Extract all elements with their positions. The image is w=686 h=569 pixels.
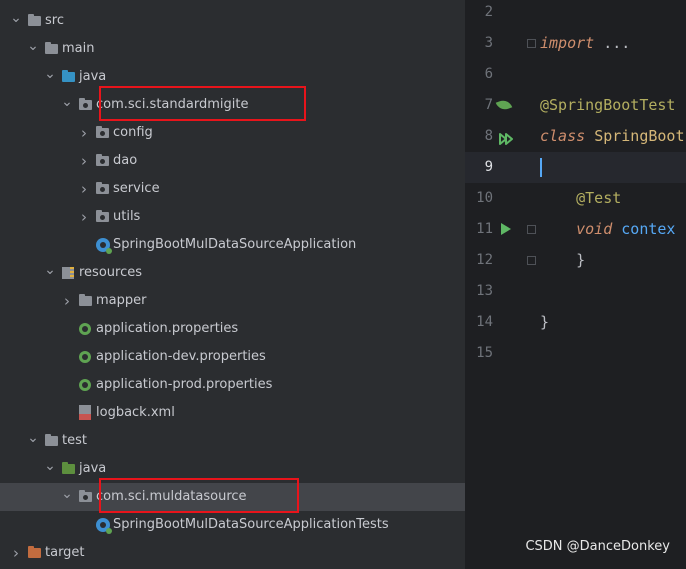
folder-icon xyxy=(28,14,41,26)
text-caret xyxy=(540,158,542,177)
resources-folder-icon xyxy=(62,267,74,279)
run-all-icon[interactable] xyxy=(499,130,513,145)
tree-item-label: logback.xml xyxy=(96,405,175,420)
tree-item-resources[interactable]: ⌄ resources xyxy=(0,259,465,287)
tree-item-service[interactable]: › service xyxy=(0,175,465,203)
tree-item-label: application-dev.properties xyxy=(96,349,266,364)
current-line-highlight xyxy=(465,152,686,183)
folder-icon xyxy=(62,462,75,474)
folder-icon xyxy=(28,546,41,558)
spring-properties-icon xyxy=(79,323,91,335)
line-number: 13 xyxy=(476,283,493,299)
tree-item-test[interactable]: ⌄ test xyxy=(0,427,465,455)
folder-icon xyxy=(45,42,58,54)
package-icon xyxy=(79,98,92,110)
chevron-down-icon[interactable]: ⌄ xyxy=(27,427,39,455)
chevron-right-icon[interactable]: › xyxy=(10,539,22,567)
line-number: 9 xyxy=(484,159,493,175)
folder-icon xyxy=(79,294,92,306)
fold-icon[interactable] xyxy=(527,39,536,48)
tree-item-mapper[interactable]: › mapper xyxy=(0,287,465,315)
fold-icon[interactable] xyxy=(527,256,536,265)
chevron-down-icon[interactable]: ⌄ xyxy=(27,35,39,63)
watermark: CSDN @DanceDonkey xyxy=(525,539,670,554)
package-icon xyxy=(96,154,109,166)
chevron-down-icon[interactable]: ⌄ xyxy=(44,259,56,287)
tree-item-springbootmuldatasourceapplicationtests[interactable]: SpringBootMulDataSourceApplicationTests xyxy=(0,511,465,539)
tree-item-application-prod-properties[interactable]: application-prod.properties xyxy=(0,371,465,399)
package-icon xyxy=(96,126,109,138)
line-number: 6 xyxy=(484,66,493,82)
tree-item-src[interactable]: ⌄ src xyxy=(0,7,465,35)
line-number: 12 xyxy=(476,252,493,268)
line-number: 7 xyxy=(484,97,493,113)
tree-item-springbootmuldatasourceapplication[interactable]: SpringBootMulDataSourceApplication xyxy=(0,231,465,259)
chevron-right-icon[interactable]: › xyxy=(78,175,90,203)
code-line[interactable]: } xyxy=(540,307,549,338)
package-icon xyxy=(96,182,109,194)
tree-item-label: utils xyxy=(113,209,141,224)
code-line[interactable]: } xyxy=(540,245,585,276)
chevron-right-icon[interactable]: › xyxy=(61,287,73,315)
line-number: 2 xyxy=(484,4,493,20)
tree-item-label: SpringBootMulDataSourceApplicationTests xyxy=(113,517,389,532)
line-number: 15 xyxy=(476,345,493,361)
project-tree-panel: ⌄ src ⌄ main ⌄ java ⌄ com.sci.standardmigite › co… xyxy=(0,0,465,569)
highlight-box xyxy=(99,86,307,121)
tree-item-label: mapper xyxy=(96,293,147,308)
tree-item-application-properties[interactable]: application.properties xyxy=(0,315,465,343)
tree-item-label: resources xyxy=(79,265,143,280)
tree-item-label: application-prod.properties xyxy=(96,377,273,392)
tree-item-utils[interactable]: › utils xyxy=(0,203,465,231)
tree-item-label: dao xyxy=(113,153,138,168)
tree-item-config[interactable]: › config xyxy=(0,119,465,147)
tree-item-label: main xyxy=(62,41,95,56)
fold-icon[interactable] xyxy=(527,225,536,234)
tree-item-main[interactable]: ⌄ main xyxy=(0,35,465,63)
code-line[interactable]: void contex xyxy=(540,214,675,245)
chevron-right-icon[interactable]: › xyxy=(78,119,90,147)
chevron-down-icon[interactable]: ⌄ xyxy=(44,63,56,91)
tree-item-logback-xml[interactable]: logback.xml xyxy=(0,399,465,427)
tree-item-label: service xyxy=(113,181,160,196)
chevron-down-icon[interactable]: ⌄ xyxy=(61,483,73,511)
spring-properties-icon xyxy=(79,379,91,391)
line-number: 10 xyxy=(476,190,493,206)
line-number: 8 xyxy=(484,128,493,144)
tree-item-label: config xyxy=(113,125,153,140)
chevron-down-icon[interactable]: ⌄ xyxy=(10,7,22,35)
tree-item-label: application.properties xyxy=(96,321,239,336)
package-icon xyxy=(96,210,109,222)
code-editor[interactable]: 2 3 import ... 6 7 @SpringBootTest 8 class Spri… xyxy=(465,0,686,569)
line-number: 14 xyxy=(476,314,493,330)
chevron-right-icon[interactable]: › xyxy=(78,203,90,231)
code-line[interactable]: @SpringBootTest xyxy=(540,90,675,121)
run-icon[interactable] xyxy=(501,223,511,235)
tree-item-dao[interactable]: › dao xyxy=(0,147,465,175)
tree-item-target[interactable]: › target xyxy=(0,539,465,567)
spring-leaf-icon[interactable] xyxy=(495,97,513,113)
spring-properties-icon xyxy=(79,351,91,363)
tree-item-label: test xyxy=(62,433,87,448)
chevron-down-icon[interactable]: ⌄ xyxy=(44,455,56,483)
chevron-right-icon[interactable]: › xyxy=(78,147,90,175)
folder-icon xyxy=(45,434,58,446)
tree-item-label: src xyxy=(45,13,64,28)
chevron-down-icon[interactable]: ⌄ xyxy=(61,91,73,119)
xml-file-icon xyxy=(79,405,91,420)
spring-class-icon xyxy=(96,238,112,254)
package-icon xyxy=(79,490,92,502)
line-number: 3 xyxy=(484,35,493,51)
code-line[interactable]: import ... xyxy=(540,28,630,59)
tree-item-application-dev-properties[interactable]: application-dev.properties xyxy=(0,343,465,371)
highlight-box xyxy=(99,478,299,513)
tree-item-label: SpringBootMulDataSourceApplication xyxy=(113,237,357,252)
line-number: 11 xyxy=(476,221,493,237)
code-line[interactable]: @Test xyxy=(540,183,621,214)
spring-class-icon xyxy=(96,518,112,534)
code-line[interactable]: class SpringBoot xyxy=(540,121,685,152)
folder-icon xyxy=(62,70,75,82)
tree-item-label: target xyxy=(45,545,85,560)
